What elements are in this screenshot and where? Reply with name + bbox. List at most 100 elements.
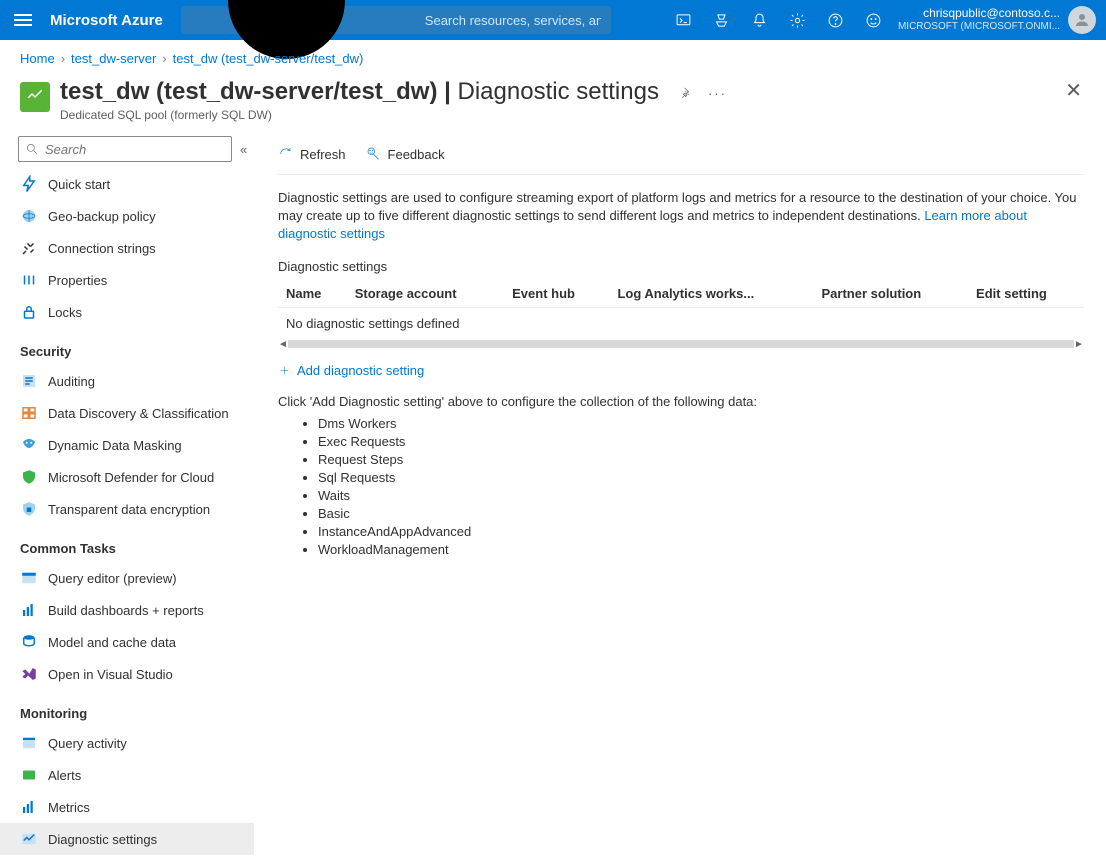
table-row: No diagnostic settings defined xyxy=(278,308,1084,340)
sidebar-item-model-and-cache-data[interactable]: Model and cache data xyxy=(18,626,254,658)
sidebar-item-microsoft-defender-for-cloud[interactable]: Microsoft Defender for Cloud xyxy=(18,461,254,493)
diagnostic-settings-table: NameStorage accountEvent hubLog Analytic… xyxy=(278,280,1084,339)
sidebar-item-label: Alerts xyxy=(48,768,81,783)
sidebar-item-label: Data Discovery & Classification xyxy=(48,406,229,421)
sidebar-item-icon xyxy=(20,175,38,193)
global-search-input[interactable] xyxy=(423,12,603,29)
resource-type-icon xyxy=(20,82,50,112)
account-tenant: MICROSOFT (MICROSOFT.ONMI... xyxy=(898,20,1060,34)
global-search[interactable] xyxy=(181,6,611,34)
sidebar-item-icon xyxy=(20,633,38,651)
sidebar-item-auditing[interactable]: Auditing xyxy=(18,365,254,397)
sidebar-item-icon xyxy=(20,436,38,454)
list-item: Exec Requests xyxy=(318,433,1084,451)
breadcrumb-item-server[interactable]: test_dw-server xyxy=(71,51,156,66)
sidebar-item-geo-backup-policy[interactable]: Geo-backup policy xyxy=(18,200,254,232)
page-title-main: test_dw (test_dw-server/test_dw) xyxy=(60,78,437,105)
sidebar-search-input[interactable] xyxy=(43,141,225,158)
refresh-button[interactable]: Refresh xyxy=(278,146,346,162)
sidebar-item-query-editor-preview-[interactable]: Query editor (preview) xyxy=(18,562,254,594)
breadcrumb: Home › test_dw-server › test_dw (test_dw… xyxy=(0,40,1106,76)
sidebar-item-query-activity[interactable]: Query activity xyxy=(18,727,254,759)
chevron-right-icon: › xyxy=(162,51,166,66)
sidebar-item-label: Microsoft Defender for Cloud xyxy=(48,470,214,485)
account-email: chrisqpublic@contoso.c... xyxy=(898,6,1060,20)
breadcrumb-item-home[interactable]: Home xyxy=(20,51,55,66)
chevron-right-icon: › xyxy=(61,51,65,66)
sidebar-item-label: Query activity xyxy=(48,736,127,751)
sidebar-item-properties[interactable]: Properties xyxy=(18,264,254,296)
sidebar-item-label: Diagnostic settings xyxy=(48,832,157,847)
sidebar-item-icon xyxy=(20,766,38,784)
sidebar-item-label: Metrics xyxy=(48,800,90,815)
list-item: InstanceAndAppAdvanced xyxy=(318,523,1084,541)
table-header-cell: Storage account xyxy=(347,280,504,308)
sidebar-item-data-discovery-classification[interactable]: Data Discovery & Classification xyxy=(18,397,254,429)
sidebar-item-icon xyxy=(20,665,38,683)
main-content: Refresh Feedback Diagnostic settings are… xyxy=(254,136,1106,856)
sidebar-item-transparent-data-encryption[interactable]: Transparent data encryption xyxy=(18,493,254,525)
pin-icon[interactable] xyxy=(679,86,694,101)
settings-icon[interactable] xyxy=(780,0,816,40)
diag-section-label: Diagnostic settings xyxy=(278,259,1084,274)
sidebar-item-icon xyxy=(20,569,38,587)
feedback-smiley-icon[interactable] xyxy=(856,0,892,40)
feedback-button[interactable]: Feedback xyxy=(366,146,445,162)
plus-icon xyxy=(278,364,291,377)
table-header-cell: Edit setting xyxy=(968,280,1084,308)
sidebar-item-metrics[interactable]: Metrics xyxy=(18,791,254,823)
sidebar-item-label: Connection strings xyxy=(48,241,156,256)
more-icon[interactable]: ··· xyxy=(708,86,727,101)
list-item: Sql Requests xyxy=(318,469,1084,487)
sidebar-item-icon xyxy=(20,303,38,321)
notifications-icon[interactable] xyxy=(742,0,778,40)
sidebar-item-build-dashboards-reports[interactable]: Build dashboards + reports xyxy=(18,594,254,626)
collapse-sidebar-icon[interactable]: « xyxy=(240,142,247,157)
sidebar-group-title: Monitoring xyxy=(20,706,254,721)
page-header: test_dw (test_dw-server/test_dw) | Diagn… xyxy=(0,76,1106,136)
sidebar-search[interactable] xyxy=(18,136,232,162)
sidebar-item-quick-start[interactable]: Quick start xyxy=(18,168,254,200)
sidebar-item-label: Properties xyxy=(48,273,107,288)
breadcrumb-item-resource[interactable]: test_dw (test_dw-server/test_dw) xyxy=(173,51,364,66)
directories-icon[interactable] xyxy=(704,0,740,40)
page-title-sub: Diagnostic settings xyxy=(458,78,659,105)
add-diagnostic-setting-button[interactable]: Add diagnostic setting xyxy=(278,363,1084,378)
avatar[interactable] xyxy=(1068,6,1096,34)
feedback-icon xyxy=(366,146,382,162)
table-header-cell: Event hub xyxy=(504,280,609,308)
sidebar-item-icon xyxy=(20,207,38,225)
sidebar-item-connection-strings[interactable]: Connection strings xyxy=(18,232,254,264)
sidebar-item-label: Geo-backup policy xyxy=(48,209,156,224)
brand-label[interactable]: Microsoft Azure xyxy=(50,12,163,29)
sidebar-group-title: Security xyxy=(20,344,254,359)
scroll-right-icon[interactable]: ► xyxy=(1074,339,1084,350)
sidebar-item-label: Dynamic Data Masking xyxy=(48,438,182,453)
help-icon[interactable] xyxy=(818,0,854,40)
account-block[interactable]: chrisqpublic@contoso.c... MICROSOFT (MIC… xyxy=(898,6,1060,34)
table-horizontal-scrollbar[interactable]: ◄ ► xyxy=(278,339,1084,349)
sidebar-item-label: Transparent data encryption xyxy=(48,502,210,517)
sidebar-group-title: Common Tasks xyxy=(20,541,254,556)
configure-description: Click 'Add Diagnostic setting' above to … xyxy=(278,394,1084,409)
refresh-icon xyxy=(278,146,294,162)
sidebar-item-locks[interactable]: Locks xyxy=(18,296,254,328)
table-header-cell: Log Analytics works... xyxy=(609,280,813,308)
sidebar-item-diagnostic-settings[interactable]: Diagnostic settings xyxy=(0,823,254,855)
empty-state-text: No diagnostic settings defined xyxy=(278,308,1084,340)
scroll-left-icon[interactable]: ◄ xyxy=(278,339,288,350)
sidebar-item-icon xyxy=(20,239,38,257)
sidebar-item-dynamic-data-masking[interactable]: Dynamic Data Masking xyxy=(18,429,254,461)
close-icon[interactable]: ✕ xyxy=(1065,78,1086,103)
cloud-shell-icon[interactable] xyxy=(666,0,702,40)
global-header: Microsoft Azure chrisqpublic@contoso.c..… xyxy=(0,0,1106,40)
page-subtitle: Dedicated SQL pool (formerly SQL DW) xyxy=(60,108,659,122)
header-icon-group xyxy=(666,0,892,40)
refresh-label: Refresh xyxy=(300,147,346,162)
list-item: Dms Workers xyxy=(318,415,1084,433)
sidebar-item-icon xyxy=(20,500,38,518)
sidebar-item-open-in-visual-studio[interactable]: Open in Visual Studio xyxy=(18,658,254,690)
hamburger-menu-icon[interactable] xyxy=(10,10,36,30)
sidebar-item-alerts[interactable]: Alerts xyxy=(18,759,254,791)
sidebar: « Quick start Geo-backup policy Connection… xyxy=(0,136,254,856)
